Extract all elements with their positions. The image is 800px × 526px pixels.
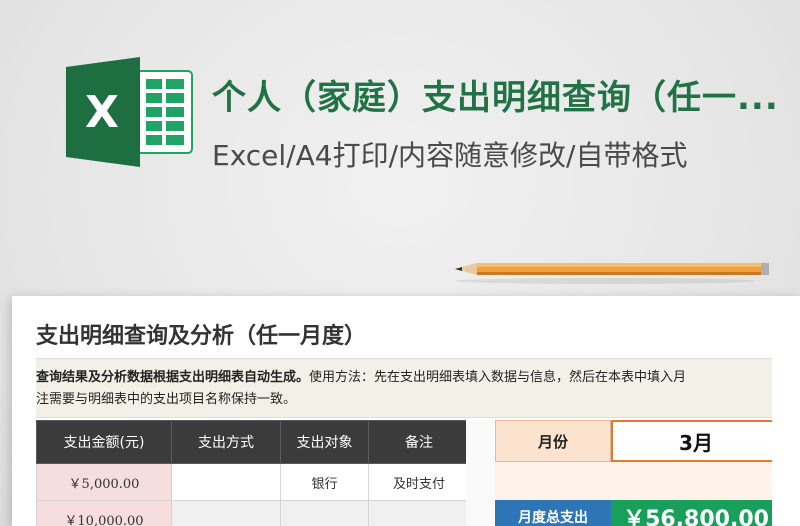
total-value: ￥56,800.00	[611, 500, 772, 526]
table-row: ￥10,000.00	[36, 500, 470, 526]
spreadsheet-preview: 支出明细查询及分析（任一月度） 查询结果及分析数据根据支出明细表自动生成。使用方…	[12, 296, 800, 526]
month-input[interactable]: 3月	[611, 420, 772, 462]
table-row: ￥5,000.00 银行 及时支付	[36, 463, 470, 501]
page-subtitle: Excel/A4打印/内容随意修改/自带格式	[212, 139, 688, 172]
amount-cell[interactable]: ￥10,000.00	[36, 500, 172, 526]
excel-logo-letter: X	[85, 87, 119, 138]
page-title: 个人（家庭）支出明细查询（任一...	[212, 78, 779, 118]
header-payee: 支出对象	[280, 420, 369, 464]
pencil-icon	[455, 263, 769, 284]
header-remark: 备注	[368, 420, 470, 464]
amount-cell[interactable]: ￥5,000.00	[36, 463, 172, 501]
remark-cell[interactable]	[368, 500, 470, 526]
header-method: 支出方式	[171, 420, 281, 464]
payee-cell[interactable]	[280, 500, 369, 526]
total-label: 月度总支出	[495, 500, 611, 526]
usage-note: 查询结果及分析数据根据支出明细表自动生成。使用方法：先在支出明细表填入数据与信息…	[36, 358, 772, 418]
column-gap	[466, 420, 494, 526]
usage-note-text: 使用方法：先在支出明细表填入数据与信息，然后在本表中填入月	[309, 370, 687, 385]
month-label: 月份	[495, 420, 611, 462]
usage-note-bold: 查询结果及分析数据根据支出明细表自动生成。	[36, 370, 310, 385]
header-amount: 支出金额(元)	[36, 420, 172, 464]
method-cell[interactable]	[171, 463, 281, 501]
sheet-title: 支出明细查询及分析（任一月度）	[36, 324, 367, 349]
expense-table: 支出金额(元) 支出方式 支出对象 备注 ￥5,000.00 银行 及时支付 ￥…	[36, 420, 470, 526]
summary-spacer	[495, 462, 772, 500]
payee-cell[interactable]: 银行	[280, 463, 369, 501]
excel-logo-icon: X	[66, 57, 193, 167]
remark-cell[interactable]: 及时支付	[368, 463, 470, 501]
usage-note-line2: 注需要与明细表中的支出项目名称保持一致。	[36, 392, 297, 407]
method-cell[interactable]	[171, 500, 281, 526]
